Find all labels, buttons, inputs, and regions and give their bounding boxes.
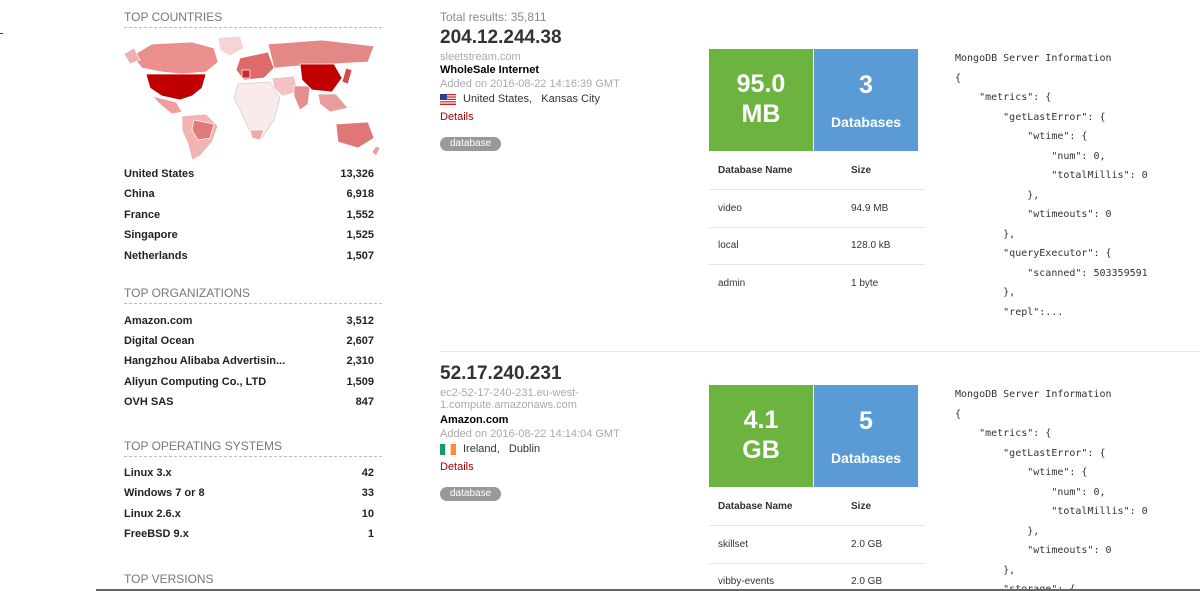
db-size: 2.0 GB [851,539,883,550]
db-name: vibby-events [718,576,775,587]
database-count: 5 [859,407,873,435]
map-australia [335,121,375,149]
stat-row[interactable]: Hangzhou Alibaba Advertisin... 2,310 [124,355,374,367]
db-name: local [718,240,739,251]
world-map[interactable] [122,34,384,164]
db-name: admin [718,278,746,289]
divider [709,525,924,526]
stat-row[interactable]: Aliyun Computing Co., LTD 1,509 [124,376,374,388]
db-name: video [718,203,742,214]
total-size-box: 95.0 MB [709,49,813,151]
col-header-name: Database Name [718,501,793,512]
map-united-states [145,73,207,101]
result-added-date: Added on 2016-08-22 14:16:39 GMT [440,78,620,90]
db-size: 2.0 GB [851,576,883,587]
top-countries-title: TOP COUNTRIES [124,10,382,28]
us-flag-icon [440,93,456,105]
map-japan [341,67,353,85]
result-org-link[interactable]: Amazon.com [440,414,508,426]
tag-badge[interactable]: database [440,487,502,501]
database-count: 3 [859,71,873,99]
top-versions-title: TOP VERSIONS [124,572,382,590]
total-size-unit: MB [741,100,781,128]
result-country[interactable]: United States [463,93,529,105]
result-org-link[interactable]: WholeSale Internet [440,64,539,76]
ie-flag-icon [440,443,456,455]
total-size-value: 4.1 [743,406,779,434]
result-hostname: ec2-52-17-240-231.eu-west- 1.compute.ama… [440,387,579,411]
stat-row[interactable]: Singapore 1,525 [124,229,374,241]
database-count-label: Databases [830,114,902,130]
stat-row[interactable]: China 6,918 [124,188,374,200]
divider [709,227,924,228]
map-southeast-asia [317,93,349,113]
stat-row[interactable]: Linux 3.x 42 [124,467,374,479]
total-size-value: 95.0 [736,70,786,98]
stat-row[interactable]: Linux 2.6.x 10 [124,508,374,520]
result-city[interactable]: Kansas City [541,93,600,105]
server-info-json: MongoDB Server Information { "metrics": … [955,389,1148,589]
col-header-size: Size [851,165,872,176]
database-count-label: Databases [830,450,902,466]
map-new-zealand [371,145,381,157]
total-size-unit: GB [742,436,780,464]
details-link[interactable]: Details [440,461,474,473]
map-africa [233,81,281,139]
stat-row[interactable]: FreeBSD 9.x 1 [124,528,374,540]
result-country[interactable]: Ireland [463,443,497,455]
database-count-box: 5 Databases [814,385,918,487]
divider [709,264,924,265]
stat-row[interactable]: Netherlands 1,507 [124,250,374,262]
col-header-name: Database Name [718,165,793,176]
total-size-box: 4.1 GB [709,385,813,487]
result-location: United States, Kansas City [440,93,600,105]
total-results: Total results: 35,811 [440,10,547,24]
divider [709,563,924,564]
map-greenland [217,35,245,57]
server-info-json: MongoDB Server Information { "metrics": … [955,53,1148,318]
map-canada [131,41,219,75]
map-india [293,85,311,111]
result-ip-link[interactable]: 52.17.240.231 [440,363,562,385]
result-hostname: sleetstream.com [440,51,521,63]
top-organizations-title: TOP ORGANIZATIONS [124,286,382,304]
stat-row[interactable]: Digital Ocean 2,607 [124,335,374,347]
map-south-africa [249,129,265,141]
result-added-date: Added on 2016-08-22 14:14:04 GMT [440,428,620,440]
stat-row[interactable]: Amazon.com 3,512 [124,315,374,327]
stat-row[interactable]: OVH SAS 847 [124,396,374,408]
database-count-box: 3 Databases [814,49,918,151]
stat-row[interactable]: United States 13,326 [124,168,374,180]
result-location: Ireland, Dublin [440,443,540,455]
edge-marker [0,33,3,34]
stat-row[interactable]: France 1,552 [124,209,374,221]
top-os-title: TOP OPERATING SYSTEMS [124,439,382,457]
tag-badge[interactable]: database [440,137,502,151]
stat-row[interactable]: Windows 7 or 8 33 [124,487,374,499]
divider [709,189,924,190]
db-size: 94.9 MB [851,203,889,214]
db-size: 128.0 kB [851,240,891,251]
details-link[interactable]: Details [440,111,474,123]
result-ip-link[interactable]: 204.12.244.38 [440,27,562,49]
db-size: 1 byte [851,278,879,289]
db-name: skillset [718,539,749,550]
col-header-size: Size [851,501,872,512]
result-separator [440,351,1200,352]
result-city[interactable]: Dublin [509,443,540,455]
map-france [241,69,251,79]
